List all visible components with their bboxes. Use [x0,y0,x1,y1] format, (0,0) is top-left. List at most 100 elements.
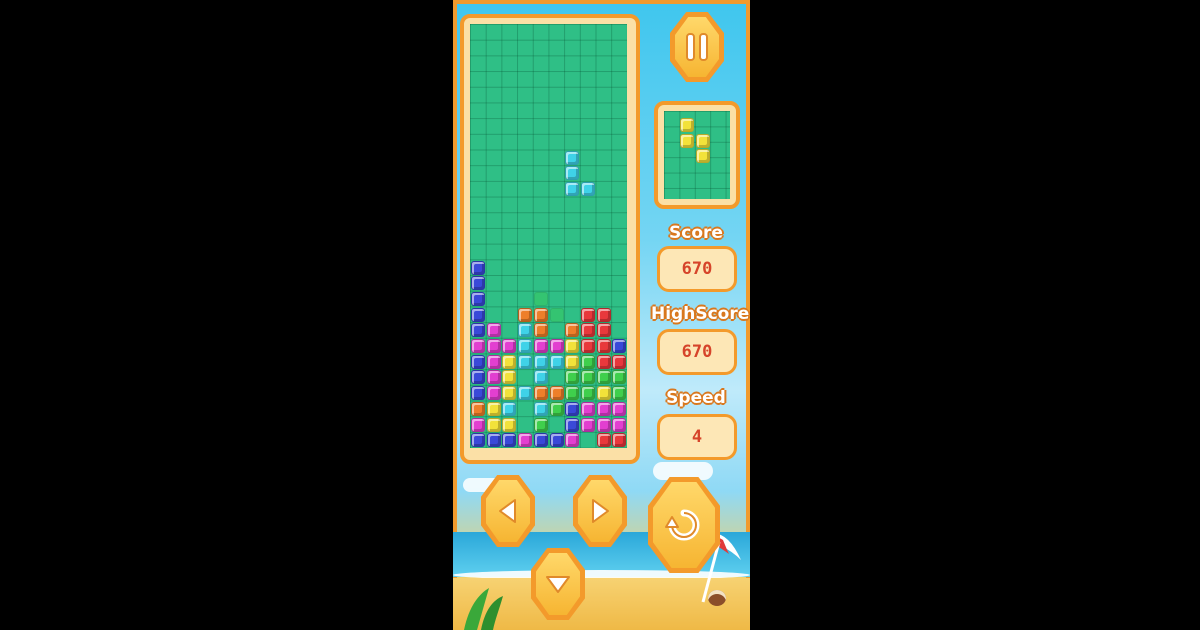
board-block [471,370,485,385]
board-block [580,417,595,432]
board-block [580,401,595,416]
board-block [518,323,533,338]
board-block [471,260,485,275]
board-block [596,307,611,322]
board-block [612,433,627,448]
board-block [533,323,548,338]
next-piece-block [680,133,695,148]
ghost-block [533,291,548,306]
board-block [502,339,517,353]
board-block [471,307,485,322]
board-block [580,323,595,338]
board-block [565,386,580,401]
board-block [486,354,501,369]
board-block [596,386,611,401]
arrow-left-icon [499,499,516,523]
score-value: 670 [657,246,737,292]
board-block [533,417,548,432]
board-block [502,433,517,448]
board-block [612,370,627,385]
board-block [533,386,548,401]
board-block [518,386,533,401]
ghost-block [549,307,564,322]
board-block [565,433,580,448]
highscore-value: 670 [657,329,737,375]
board-block [533,354,548,369]
board-block [471,401,485,416]
speed-label: Speed [666,388,726,408]
board-block [518,354,533,369]
board-block [486,370,501,385]
arrow-down-icon [546,576,570,593]
board-block [596,370,611,385]
board-block [471,291,485,306]
next-piece-block [695,133,710,148]
board-block [565,182,580,196]
board-block [565,323,580,338]
board-block [596,323,611,338]
board-block [565,339,580,353]
board-block [502,370,517,385]
board-block [518,307,533,322]
board-block [533,401,548,416]
rotate-button[interactable] [648,477,720,573]
board-block [549,401,564,416]
board-block [502,417,517,432]
board-block [471,323,485,338]
board-block [502,401,517,416]
board-block [518,339,533,353]
pause-icon [686,33,708,61]
board-block [486,417,501,432]
board-block [596,401,611,416]
board-block [580,386,595,401]
board-block [486,401,501,416]
coconut-icon [708,590,726,606]
board-block [580,182,595,196]
board-block [565,417,580,432]
next-piece-block [680,118,695,133]
board-block [549,339,564,353]
board-block [533,370,548,385]
board-block [596,339,611,353]
pause-button[interactable] [670,12,724,82]
board-block [502,386,517,401]
next-piece-block [695,149,710,164]
board-block [533,339,548,353]
board-block [565,370,580,385]
speed-value: 4 [657,414,737,460]
board-block [565,150,580,165]
board-block [549,433,564,448]
board-block [580,339,595,353]
board-block [486,339,501,353]
board-block [580,370,595,385]
board-block [612,401,627,416]
board-block [596,417,611,432]
board-block [580,307,595,322]
board-block [612,417,627,432]
rotate-icon [665,509,700,541]
board-block [565,401,580,416]
board-block [549,386,564,401]
board-block [486,433,501,448]
board-block [596,433,611,448]
board-block [518,433,533,448]
board-block [471,417,485,432]
game-board [470,24,627,448]
board-block [471,276,485,291]
board-block [471,354,485,369]
game-screen: Score 670 HighScore 670 Speed 4 [453,0,750,630]
board-block [596,354,611,369]
board-block [533,433,548,448]
board-block [549,354,564,369]
board-block [471,339,485,353]
highscore-label: HighScore [651,304,750,324]
board-block [486,386,501,401]
board-block [580,354,595,369]
board-block [502,354,517,369]
board-block [565,354,580,369]
board-block [471,433,485,448]
board-block [486,323,501,338]
board-block [612,354,627,369]
board-block [471,386,485,401]
palm-leaf-icon [464,588,503,630]
